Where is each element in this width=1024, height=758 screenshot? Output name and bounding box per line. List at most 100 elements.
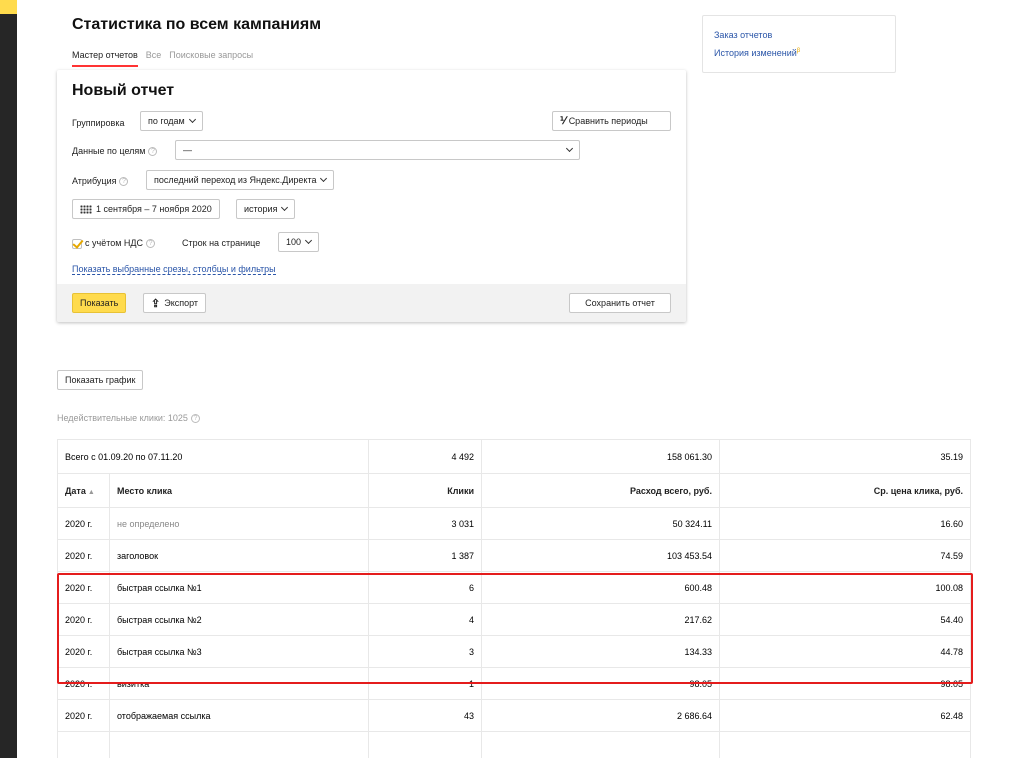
beta-badge: β bbox=[796, 48, 801, 54]
table-row bbox=[57, 731, 971, 758]
cell-place: быстрая ссылка №3 bbox=[109, 635, 369, 668]
help-icon[interactable]: ? bbox=[146, 239, 156, 249]
show-chart-button[interactable]: Показать график bbox=[57, 370, 144, 390]
vat-checkbox[interactable]: с учётом НДС? bbox=[72, 238, 156, 249]
help-icon[interactable]: ? bbox=[119, 177, 129, 187]
column-header-date-label: Дата bbox=[65, 485, 86, 496]
compare-periods-label: Сравнить периоды bbox=[568, 116, 648, 126]
rows-per-page-label: Строк на странице bbox=[182, 238, 261, 248]
report-builder-panel: Новый отчет Группировка по годам ⅟ Сравн… bbox=[57, 70, 686, 322]
side-links-box: Заказ отчетов История измененийβ bbox=[702, 15, 896, 73]
checkbox-checked-icon[interactable] bbox=[72, 238, 82, 249]
export-button[interactable]: ⇪ Экспорт bbox=[143, 293, 207, 313]
cell-cpc: 16.60 bbox=[719, 507, 971, 540]
column-header-place[interactable]: Место клика bbox=[109, 473, 369, 508]
attribution-select[interactable]: последний переход из Яндекс.Директа bbox=[146, 170, 335, 190]
report-title: Новый отчет bbox=[72, 82, 175, 99]
table-row: 2020 г. быстрая ссылка №2 4 217.62 54.40 bbox=[57, 603, 971, 636]
calendar-icon bbox=[80, 204, 92, 214]
brand-accent bbox=[0, 0, 17, 14]
total-cpc: 35.19 bbox=[719, 439, 971, 474]
cell-place: заголовок bbox=[109, 539, 369, 572]
cell-date: 2020 г. bbox=[57, 571, 110, 604]
compare-periods-button[interactable]: ⅟ Сравнить периоды bbox=[552, 111, 671, 131]
column-header-spend[interactable]: Расход всего, руб. bbox=[481, 473, 720, 508]
show-button[interactable]: Показать bbox=[72, 293, 127, 313]
total-row: Всего с 01.09.20 по 07.11.20 4 492 158 0… bbox=[57, 439, 971, 474]
cell-date: 2020 г. bbox=[57, 507, 110, 540]
statistics-table: Всего с 01.09.20 по 07.11.20 4 492 158 0… bbox=[57, 439, 971, 758]
chevron-down-icon bbox=[320, 174, 328, 183]
cell-cpc bbox=[719, 731, 971, 758]
chevron-down-icon bbox=[565, 144, 574, 153]
column-header-date[interactable]: Дата ▲ bbox=[57, 473, 110, 508]
left-navigation-strip bbox=[0, 0, 17, 758]
tab-search-queries[interactable]: Поисковые запросы bbox=[169, 50, 253, 67]
tab-all[interactable]: Все bbox=[146, 50, 162, 67]
cell-place: отображаемая ссылка bbox=[109, 699, 369, 732]
sort-asc-icon: ▲ bbox=[87, 488, 95, 496]
goals-select[interactable]: — bbox=[175, 140, 580, 160]
chevron-down-icon bbox=[304, 236, 313, 245]
date-range-picker[interactable]: 1 сентября – 7 ноября 2020 bbox=[72, 199, 220, 219]
table-row: 2020 г. быстрая ссылка №3 3 134.33 44.78 bbox=[57, 635, 971, 668]
column-header-clicks[interactable]: Клики bbox=[368, 473, 482, 508]
rows-per-page-select[interactable]: 100 bbox=[278, 232, 320, 252]
cell-cpc: 74.59 bbox=[719, 539, 971, 572]
cell-spend: 134.33 bbox=[481, 635, 720, 668]
attribution-label: Атрибуция? bbox=[72, 176, 129, 187]
attribution-value: последний переход из Яндекс.Директа bbox=[154, 175, 317, 185]
history-select[interactable]: история bbox=[236, 199, 296, 219]
cell-spend: 98.05 bbox=[481, 667, 720, 700]
table-row: 2020 г. отображаемая ссылка 43 2 686.64 62.4… bbox=[57, 699, 971, 732]
cell-clicks bbox=[368, 731, 482, 758]
change-history-link[interactable]: История измененийβ bbox=[714, 48, 800, 58]
cell-clicks: 43 bbox=[368, 699, 482, 732]
cell-place: не определено bbox=[109, 507, 369, 540]
cell-cpc: 44.78 bbox=[719, 635, 971, 668]
cell-place bbox=[109, 731, 369, 758]
cell-cpc: 62.48 bbox=[719, 699, 971, 732]
report-tabs: Мастер отчетов Все Поисковые запросы bbox=[72, 50, 261, 67]
cell-clicks: 3 031 bbox=[368, 507, 482, 540]
history-label: история bbox=[244, 204, 278, 214]
help-icon[interactable]: ? bbox=[190, 414, 200, 424]
cell-cpc: 100.08 bbox=[719, 571, 971, 604]
cell-clicks: 4 bbox=[368, 603, 482, 636]
cell-place: быстрая ссылка №1 bbox=[109, 571, 369, 604]
grouping-select[interactable]: по годам bbox=[140, 111, 203, 131]
goals-value: — bbox=[183, 145, 192, 155]
save-report-button[interactable]: Сохранить отчет bbox=[569, 293, 671, 313]
cell-date: 2020 г. bbox=[57, 667, 110, 700]
cell-clicks: 1 387 bbox=[368, 539, 482, 572]
cell-date: 2020 г. bbox=[57, 539, 110, 572]
cell-spend: 2 686.64 bbox=[481, 699, 720, 732]
cell-cpc: 54.40 bbox=[719, 603, 971, 636]
show-slices-link[interactable]: Показать выбранные срезы, столбцы и филь… bbox=[72, 264, 276, 275]
cell-clicks: 3 bbox=[368, 635, 482, 668]
rows-per-page-value: 100 bbox=[286, 237, 302, 247]
total-clicks: 4 492 bbox=[368, 439, 482, 474]
cell-cpc: 98.05 bbox=[719, 667, 971, 700]
chevron-down-icon bbox=[188, 115, 196, 124]
help-icon[interactable]: ? bbox=[148, 147, 158, 157]
vat-label: с учётом НДС bbox=[85, 238, 144, 248]
table-row: 2020 г. не определено 3 031 50 324.11 16.60 bbox=[57, 507, 971, 540]
cell-spend bbox=[481, 731, 720, 758]
attribution-label-text: Атрибуция bbox=[72, 176, 117, 186]
cell-place: визитка bbox=[109, 667, 369, 700]
chevron-down-icon bbox=[281, 203, 289, 212]
column-header-cpc[interactable]: Ср. цена клика, руб. bbox=[719, 473, 971, 508]
invalid-clicks-info: Недействительные клики: 1025? bbox=[57, 413, 200, 424]
order-reports-link[interactable]: Заказ отчетов bbox=[714, 30, 772, 40]
export-label: Экспорт bbox=[164, 298, 199, 308]
total-spend: 158 061.30 bbox=[481, 439, 720, 474]
date-range-value: 1 сентября – 7 ноября 2020 bbox=[96, 204, 212, 214]
cell-date: 2020 г. bbox=[57, 603, 110, 636]
cell-date: 2020 г. bbox=[57, 699, 110, 732]
cell-place: быстрая ссылка №2 bbox=[109, 603, 369, 636]
tab-report-master[interactable]: Мастер отчетов bbox=[72, 50, 138, 67]
cell-spend: 217.62 bbox=[481, 603, 720, 636]
cell-spend: 50 324.11 bbox=[481, 507, 720, 540]
cell-spend: 600.48 bbox=[481, 571, 720, 604]
